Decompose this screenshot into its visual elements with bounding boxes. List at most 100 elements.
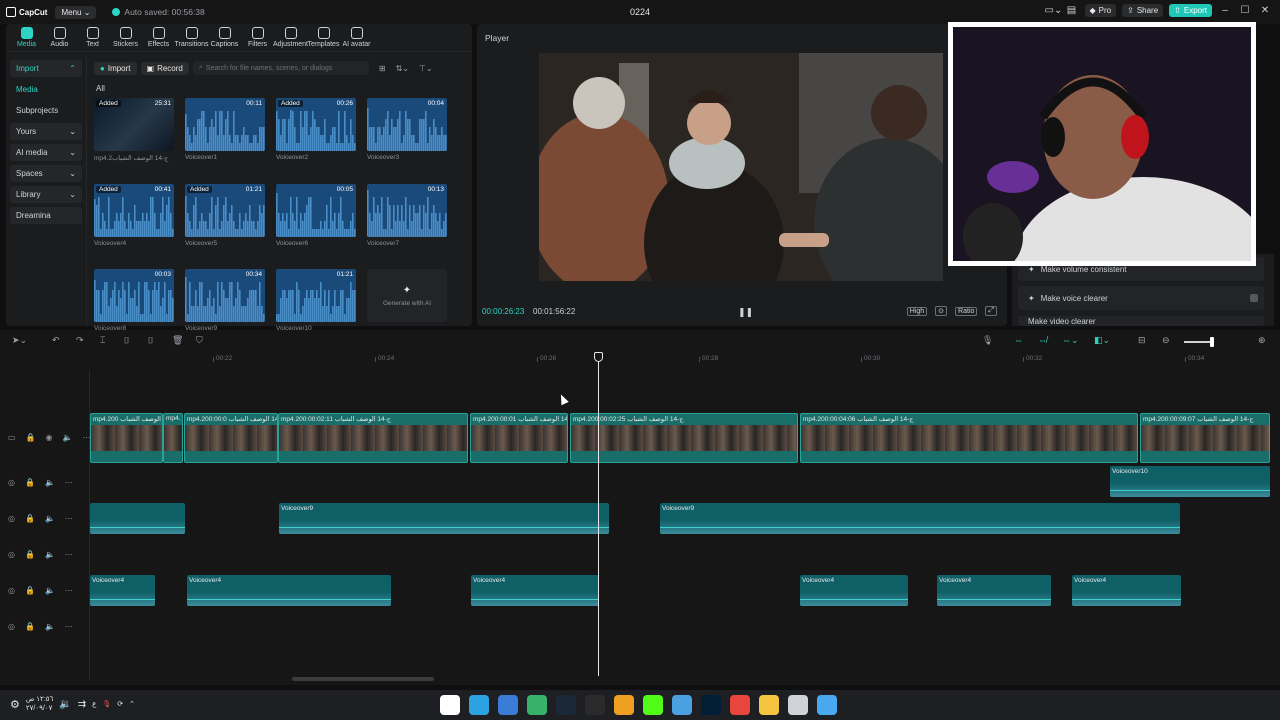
enhance-item-voice[interactable]: ✦ Make voice clearer <box>1018 286 1264 310</box>
toggle-switch[interactable] <box>1250 294 1258 302</box>
split-left-icon[interactable]: ⌷ <box>124 335 129 346</box>
menu-button[interactable]: Menu ⌄ <box>55 5 97 19</box>
sidebar-item-yours[interactable]: Yours ⌄ <box>10 123 82 140</box>
tab-media[interactable]: Media <box>10 27 43 51</box>
filter-all-label[interactable]: All <box>96 84 105 93</box>
split-icon[interactable]: ⌶ <box>100 335 105 346</box>
photos-app-icon[interactable] <box>498 695 518 715</box>
tab-transitions[interactable]: Transitions <box>175 27 209 51</box>
photoshop-app-icon[interactable] <box>701 695 721 715</box>
shortcut-icon[interactable]: ▤ <box>1065 5 1079 16</box>
sync-icon[interactable]: ⟳ <box>117 700 123 708</box>
media-thumbnail[interactable]: 01:21 <box>276 269 356 322</box>
audio-clip[interactable]: Voiceover4 <box>1072 575 1181 606</box>
copilot-app-icon[interactable] <box>788 695 808 715</box>
media-thumbnail[interactable]: Added 01:21 <box>185 184 265 237</box>
redo-icon[interactable]: ↷ <box>76 335 84 346</box>
lock-icon[interactable]: 🔒 <box>25 622 35 631</box>
video-clip[interactable]: mp4.2ج-14 الوصف الشباب 00:00:02:11 <box>278 413 468 463</box>
capcut-app-icon[interactable] <box>440 695 460 715</box>
ratio-button[interactable]: Ratio <box>955 306 978 316</box>
audio-clip[interactable]: Voiceover10 <box>1110 466 1270 497</box>
sidebar-item-media[interactable]: Media <box>10 81 82 98</box>
sidebar-item-library[interactable]: Library ⌄ <box>10 186 82 203</box>
steam-app-icon[interactable] <box>556 695 576 715</box>
tab-text[interactable]: Text <box>76 27 109 51</box>
kick-app-icon[interactable] <box>643 695 663 715</box>
sidebar-item-spaces[interactable]: Spaces ⌄ <box>10 165 82 182</box>
delete-icon[interactable]: 🗑 <box>172 335 183 346</box>
timeline-scrollbar[interactable] <box>292 677 434 681</box>
audio-clip[interactable]: Voiceover4 <box>187 575 391 606</box>
more-icon[interactable]: ⋯ <box>65 478 73 487</box>
media-item[interactable]: 00:13 Voiceover7 <box>367 184 447 247</box>
export-button[interactable]: ⇧ Export <box>1169 4 1212 17</box>
video-clip[interactable]: mp4.2ج-14 الوصف الشباب 00: <box>90 413 163 463</box>
video-clip[interactable]: mp4.2ج-14 الوصف الشباب 00:00:01 <box>470 413 568 463</box>
audio-clip[interactable]: Voiceover4 <box>937 575 1051 606</box>
split-right-icon[interactable]: ⌷ <box>148 335 153 346</box>
undo-icon[interactable]: ↶ <box>52 335 60 346</box>
audio-clip[interactable]: Voiceover4 <box>471 575 599 606</box>
lock-icon[interactable]: 🔒 <box>26 433 36 442</box>
media-item[interactable]: 00:11 Voiceover1 <box>185 98 265 162</box>
speaker-icon[interactable]: 🔈 <box>45 478 55 487</box>
fullscreen-icon[interactable]: ⤢ <box>985 306 997 316</box>
more-icon[interactable]: ⋯ <box>65 514 73 523</box>
video-clip[interactable]: mp4.2ج-14 الوصف الشباب 00:00:04:06 <box>800 413 1138 463</box>
settings-gear-icon[interactable]: ⚙ <box>10 698 20 711</box>
caption-icon[interactable]: ⊟ <box>1138 335 1146 346</box>
video-clip[interactable]: mp4.2ج-14 الوصف الشباب 00:00:0 <box>184 413 278 463</box>
audio-clip[interactable]: Voiceover4 <box>90 575 155 606</box>
enhance-item-video[interactable]: Make video clearer <box>1018 316 1264 326</box>
notes-app-icon[interactable] <box>672 695 692 715</box>
chatgpt-app-icon[interactable] <box>585 695 605 715</box>
zoom-out-icon[interactable]: ⊖ <box>1162 335 1170 346</box>
layout-icon[interactable]: ▭⌄ <box>1045 5 1063 16</box>
more-icon[interactable]: ⋯ <box>65 586 73 595</box>
speaker-icon[interactable]: 🔈 <box>45 514 55 523</box>
share-button[interactable]: ⇪ Share <box>1122 4 1164 17</box>
media-item[interactable]: 01:21 Voiceover10 <box>276 269 356 332</box>
microphone-icon[interactable]: 🎙 <box>982 335 993 346</box>
lock-icon[interactable]: 🔒 <box>25 586 35 595</box>
sidebar-item-dreamina[interactable]: Dreamina <box>10 207 82 224</box>
lock-icon[interactable]: 🔒 <box>25 478 35 487</box>
more-icon[interactable]: ⋯ <box>65 550 73 559</box>
volume-icon[interactable]: 🔉 <box>59 699 71 710</box>
media-thumbnail[interactable]: Added 00:41 <box>94 184 174 237</box>
pro-button[interactable]: ◆ Pro <box>1084 4 1117 17</box>
media-item[interactable]: Added 00:41 Voiceover4 <box>94 184 174 247</box>
lock-icon[interactable]: 🔒 <box>25 514 35 523</box>
language-indicator[interactable]: ع <box>92 700 96 708</box>
video-clip[interactable]: mp4. <box>163 413 183 463</box>
playhead-handle[interactable] <box>594 352 603 362</box>
sidebar-item-ai-media[interactable]: AI media ⌄ <box>10 144 82 161</box>
record-button[interactable]: ▣ Record <box>140 61 189 75</box>
lock-icon[interactable]: 🔒 <box>25 550 35 559</box>
media-thumbnail[interactable]: Added 25:31 <box>94 98 174 151</box>
eye-icon[interactable]: ◉ <box>46 433 53 442</box>
media-item[interactable]: 00:05 Voiceover6 <box>276 184 356 247</box>
grid-view-icon[interactable]: ⊞ <box>379 64 386 73</box>
network-icon[interactable]: ⇉ <box>78 699 86 710</box>
media-thumbnail[interactable]: Added 00:26 <box>276 98 356 151</box>
file-explorer-app-icon[interactable] <box>759 695 779 715</box>
media-item[interactable]: 00:03 Voiceover8 <box>94 269 174 332</box>
media-item[interactable]: 00:04 Voiceover3 <box>367 98 447 162</box>
timeline-ruler[interactable]: 00:22 00:24 00:26 00:28 00:30 00:32 00:34 <box>90 352 1280 366</box>
audio-clip[interactable]: Voiceover9 <box>279 503 609 534</box>
generate-ai-button[interactable]: ✦ Generate with AI <box>367 269 447 322</box>
media-thumbnail[interactable]: 00:03 <box>94 269 174 322</box>
tab-stickers[interactable]: Stickers <box>109 27 142 51</box>
mic-icon[interactable]: 🎙 <box>102 700 111 708</box>
discord-app-icon[interactable] <box>614 695 634 715</box>
cover-icon[interactable]: ▭ <box>8 433 16 442</box>
zoom-fit-icon[interactable]: ⊕ <box>1258 335 1266 346</box>
maximize-icon[interactable]: ☐ <box>1238 5 1252 16</box>
sort-icon[interactable]: ⇅⌄ <box>396 64 409 73</box>
tab-captions[interactable]: Captions <box>208 27 241 51</box>
magnet-icon[interactable]: ⇎ <box>1038 335 1047 345</box>
speaker-icon[interactable]: 🔈 <box>45 586 55 595</box>
tab-templates[interactable]: Templates <box>307 27 340 51</box>
